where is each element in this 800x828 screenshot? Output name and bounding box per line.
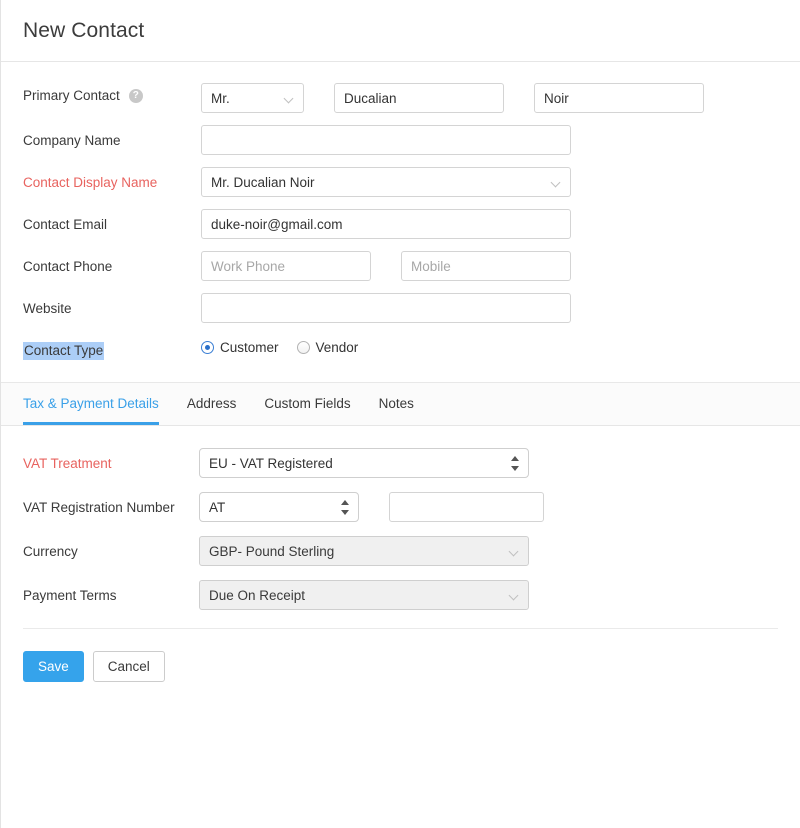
page-header: New Contact [1,0,800,62]
contact-display-name-select[interactable]: Mr. Ducalian Noir [201,167,571,197]
row-primary-contact: Primary Contact ? Mr. [1,83,800,113]
website-input[interactable] [201,293,571,323]
form-actions: Save Cancel [1,629,800,682]
vat-treatment-label: VAT Treatment [23,448,199,473]
radio-customer-icon[interactable] [201,341,214,354]
radio-option-vendor[interactable]: Vendor [297,340,359,355]
tab-bar: Tax & Payment Details Address Custom Fie… [1,383,800,426]
payment-terms-value[interactable]: Due On Receipt [199,580,529,610]
vat-treatment-select[interactable]: EU - VAT Registered [199,448,529,478]
page-title: New Contact [23,19,144,43]
row-contact-phone: Contact Phone [1,251,800,281]
vat-registration-number-label: VAT Registration Number [23,492,199,517]
company-name-label: Company Name [23,125,201,150]
row-payment-terms: Payment Terms Due On Receipt [1,580,800,610]
contact-display-name-label: Contact Display Name [23,167,201,192]
contact-type-label-text: Contact Type [23,342,104,360]
tab-tax-payment-details[interactable]: Tax & Payment Details [23,383,159,425]
first-name-input[interactable] [334,83,504,113]
tab-address[interactable]: Address [187,383,237,425]
currency-select[interactable]: GBP- Pound Sterling [199,536,529,566]
contact-type-label: Contact Type [23,335,201,360]
company-name-input[interactable] [201,125,571,155]
row-contact-email: Contact Email [1,209,800,239]
currency-value[interactable]: GBP- Pound Sterling [199,536,529,566]
row-contact-display-name: Contact Display Name Mr. Ducalian Noir [1,167,800,197]
tab-label: Custom Fields [264,396,350,411]
work-phone-input[interactable] [201,251,371,281]
radio-vendor-label: Vendor [316,340,359,355]
payment-terms-select[interactable]: Due On Receipt [199,580,529,610]
vat-treatment-value[interactable]: EU - VAT Registered [199,448,529,478]
tab-custom-fields[interactable]: Custom Fields [264,383,350,425]
save-button[interactable]: Save [23,651,84,682]
vat-country-code-value[interactable]: AT [199,492,359,522]
contact-display-name-value[interactable]: Mr. Ducalian Noir [201,167,571,197]
row-company-name: Company Name [1,125,800,155]
tab-notes[interactable]: Notes [379,383,414,425]
new-contact-page: New Contact Primary Contact ? Mr. Compan… [0,0,800,828]
row-website: Website [1,293,800,323]
primary-contact-label-group: Primary Contact ? [23,83,201,105]
payment-terms-label: Payment Terms [23,580,199,605]
salutation-value[interactable]: Mr. [201,83,304,113]
contact-email-label: Contact Email [23,209,201,234]
radio-vendor-icon[interactable] [297,341,310,354]
tax-payment-panel: VAT Treatment EU - VAT Registered VAT Re… [1,426,800,682]
tab-label: Notes [379,396,414,411]
primary-contact-label: Primary Contact [23,87,120,105]
vat-country-code-select[interactable]: AT [199,492,359,522]
tab-label: Tax & Payment Details [23,396,159,411]
vat-registration-number-input[interactable] [389,492,544,522]
currency-label: Currency [23,536,199,561]
cancel-button[interactable]: Cancel [93,651,165,682]
salutation-select[interactable]: Mr. [201,83,304,113]
radio-customer-label: Customer [220,340,279,355]
row-vat-treatment: VAT Treatment EU - VAT Registered [1,448,800,478]
row-vat-registration-number: VAT Registration Number AT [1,492,800,522]
last-name-input[interactable] [534,83,704,113]
contact-type-radio-group: Customer Vendor [201,335,376,355]
radio-option-customer[interactable]: Customer [201,340,279,355]
tab-label: Address [187,396,237,411]
contact-phone-label: Contact Phone [23,251,201,276]
mobile-phone-input[interactable] [401,251,571,281]
contact-email-input[interactable] [201,209,571,239]
row-currency: Currency GBP- Pound Sterling [1,536,800,566]
contact-form: Primary Contact ? Mr. Company Name Conta… [1,62,800,383]
help-icon[interactable]: ? [129,89,143,103]
website-label: Website [23,293,201,318]
row-contact-type: Contact Type Customer Vendor [1,335,800,365]
